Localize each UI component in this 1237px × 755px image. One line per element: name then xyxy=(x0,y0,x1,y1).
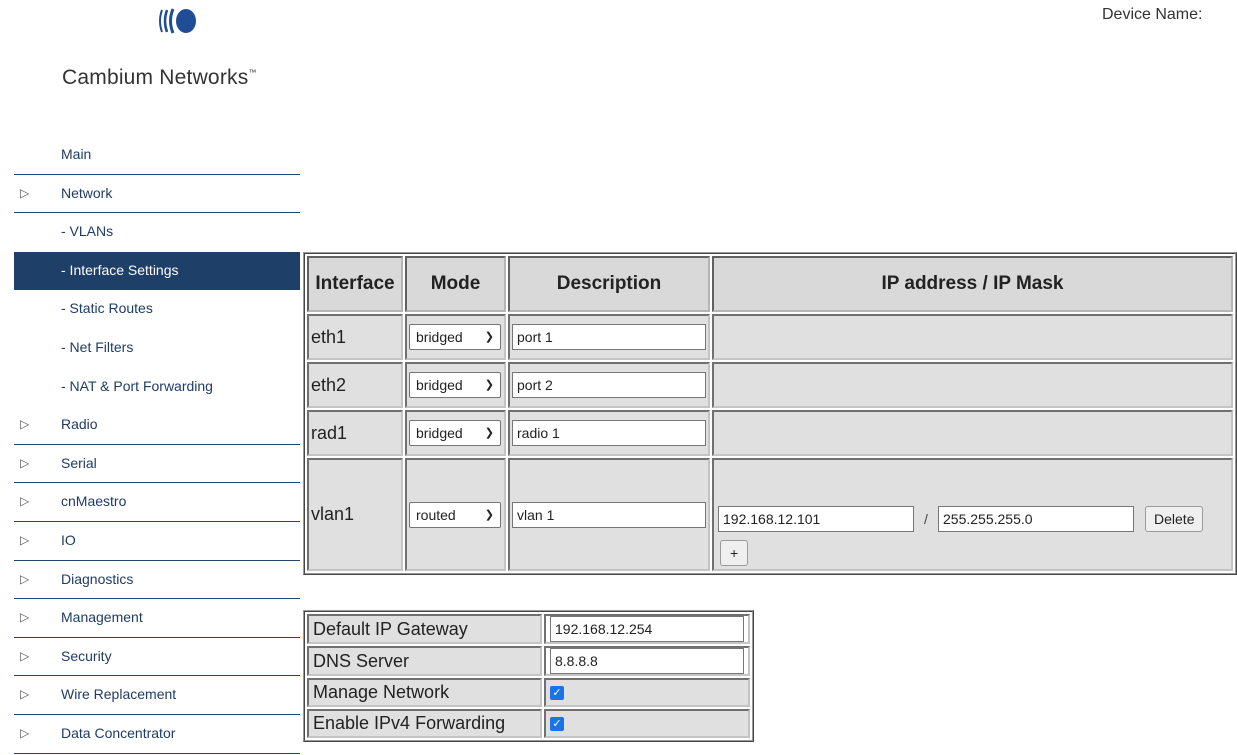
sidebar-item-cnmaestro[interactable]: ▷ cnMaestro xyxy=(14,483,300,522)
sidebar-item-net-filters[interactable]: - Net Filters xyxy=(14,329,300,368)
mode-select[interactable]: routed ❯ xyxy=(409,501,501,528)
description-input[interactable]: vlan 1 xyxy=(512,501,706,528)
sidebar-item-data-concentrator[interactable]: ▷ Data Concentrator xyxy=(14,715,300,754)
sidebar-item-static-routes[interactable]: - Static Routes xyxy=(14,290,300,329)
expand-arrow-icon: ▷ xyxy=(20,687,30,702)
sidebar-item-diagnostics[interactable]: ▷ Diagnostics xyxy=(14,561,300,600)
network-settings-table: Default IP Gateway 192.168.12.254 DNS Se… xyxy=(303,610,754,742)
mode-select[interactable]: bridged ❯ xyxy=(409,372,501,398)
table-row: Manage Network ✓ xyxy=(307,678,750,707)
expand-arrow-icon: ▷ xyxy=(20,610,30,625)
chevron-down-icon: ❯ xyxy=(484,427,494,439)
interface-name: eth1 xyxy=(307,314,403,360)
table-row: vlan1 routed ❯ vlan 1 192.168.12.101 / 255.… xyxy=(307,458,1233,571)
interface-name: eth2 xyxy=(307,362,403,408)
interface-name: vlan1 xyxy=(307,458,403,571)
brand-name: Cambium Networks™ xyxy=(62,66,257,89)
expand-arrow-icon: ▷ xyxy=(20,455,30,470)
column-header-interface: Interface xyxy=(307,256,403,312)
dns-label: DNS Server xyxy=(307,646,542,676)
expand-arrow-icon: ▷ xyxy=(20,532,30,547)
cambium-logo-icon xyxy=(159,8,196,34)
chevron-down-icon: ❯ xyxy=(484,379,494,391)
add-ip-button[interactable]: + xyxy=(720,540,749,566)
expand-arrow-icon: ▷ xyxy=(20,417,30,432)
sidebar-item-wire-replacement[interactable]: ▷ Wire Replacement xyxy=(14,676,300,715)
expand-arrow-icon: ▷ xyxy=(20,725,30,740)
description-input[interactable]: port 1 xyxy=(512,324,706,350)
ipv4-forwarding-checkbox[interactable]: ✓ xyxy=(550,717,564,732)
sidebar-item-interface-settings[interactable]: - Interface Settings xyxy=(14,251,300,291)
sidebar-item-radio[interactable]: ▷ Radio xyxy=(14,406,300,445)
mode-select[interactable]: bridged ❯ xyxy=(409,324,501,350)
mode-select[interactable]: bridged ❯ xyxy=(409,420,501,446)
chevron-down-icon: ❯ xyxy=(484,508,494,521)
sidebar-item-io[interactable]: ▷ IO xyxy=(14,522,300,561)
expand-arrow-icon: ▷ xyxy=(20,494,30,509)
table-row: Default IP Gateway 192.168.12.254 xyxy=(307,614,750,644)
sidebar-item-vlans[interactable]: - VLANs xyxy=(14,213,300,252)
sidebar-nav: Main ▷ Network - VLANs - Interface Settin… xyxy=(14,136,300,754)
column-header-ip-address: IP address / IP Mask xyxy=(712,256,1233,312)
table-row: eth1 bridged ❯ port 1 xyxy=(307,314,1233,360)
sidebar-item-security[interactable]: ▷ Security xyxy=(14,638,300,677)
sidebar-item-main[interactable]: Main xyxy=(14,136,300,175)
manage-network-checkbox[interactable]: ✓ xyxy=(550,686,564,701)
ip-separator: / xyxy=(924,511,928,527)
table-header-row: Interface Mode Description IP address / … xyxy=(307,256,1233,312)
description-input[interactable]: port 2 xyxy=(512,372,706,398)
manage-network-label: Manage Network xyxy=(307,678,542,707)
expand-arrow-icon: ▷ xyxy=(20,648,30,663)
interface-table: Interface Mode Description IP address / … xyxy=(303,252,1237,575)
interface-name: rad1 xyxy=(307,410,403,456)
description-input[interactable]: radio 1 xyxy=(512,420,706,446)
gateway-input[interactable]: 192.168.12.254 xyxy=(550,616,744,642)
gateway-label: Default IP Gateway xyxy=(307,614,542,644)
table-row: eth2 bridged ❯ port 2 xyxy=(307,362,1233,408)
sidebar-item-serial[interactable]: ▷ Serial xyxy=(14,445,300,484)
device-name-label: Device Name: xyxy=(1102,6,1203,23)
ipv4-forwarding-label: Enable IPv4 Forwarding xyxy=(307,709,542,738)
column-header-mode: Mode xyxy=(405,256,506,312)
ip-mask-input[interactable]: 255.255.255.0 xyxy=(938,506,1134,532)
dns-input[interactable]: 8.8.8.8 xyxy=(550,648,744,674)
column-header-description: Description xyxy=(508,256,710,312)
sidebar-item-nat-port-forwarding[interactable]: - NAT & Port Forwarding xyxy=(14,368,300,407)
delete-button[interactable]: Delete xyxy=(1145,506,1204,532)
expand-arrow-icon: ▷ xyxy=(20,185,30,200)
table-row: Enable IPv4 Forwarding ✓ xyxy=(307,709,750,738)
chevron-down-icon: ❯ xyxy=(484,331,494,343)
ip-address-input[interactable]: 192.168.12.101 xyxy=(718,506,914,532)
table-row: DNS Server 8.8.8.8 xyxy=(307,646,750,676)
sidebar-item-network[interactable]: ▷ Network xyxy=(14,175,300,214)
sidebar-item-management[interactable]: ▷ Management xyxy=(14,599,300,638)
expand-arrow-icon: ▷ xyxy=(20,571,30,586)
table-row: rad1 bridged ❯ radio 1 xyxy=(307,410,1233,456)
